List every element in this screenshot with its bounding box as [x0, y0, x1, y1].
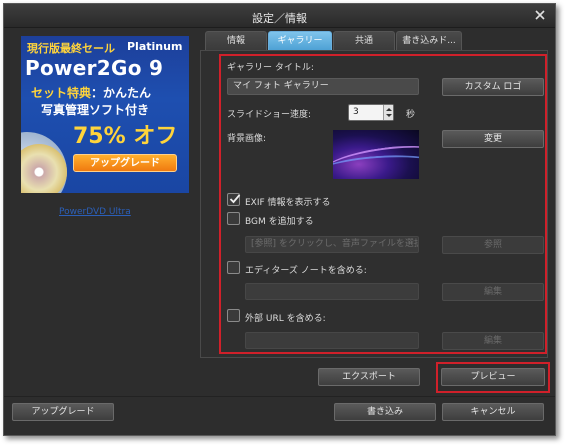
- burn-button[interactable]: 書き込み: [334, 403, 436, 421]
- background-image-thumbnail: [333, 130, 419, 179]
- tab-gallery[interactable]: ギャラリー: [268, 31, 332, 51]
- footer-divider: [4, 396, 555, 397]
- bgm-checkbox[interactable]: [227, 212, 240, 225]
- promo-product-name: Power2Go 9: [25, 56, 164, 80]
- promo-upgrade-button[interactable]: アップグレード: [73, 154, 177, 172]
- promo-banner[interactable]: 現行版最終セール Platinum Power2Go 9 セット特典：かんたん …: [21, 36, 189, 193]
- exif-label: EXIF 情報を表示する: [245, 198, 331, 208]
- background-image-label: 背景画像:: [227, 134, 267, 144]
- edit-note-button[interactable]: 編集: [442, 283, 544, 301]
- slideshow-speed-label: スライドショー速度:: [227, 110, 312, 120]
- cancel-button[interactable]: キャンセル: [442, 403, 544, 421]
- tab-info[interactable]: 情報: [205, 31, 267, 51]
- browse-button[interactable]: 参照: [442, 236, 544, 254]
- close-icon[interactable]: [533, 8, 547, 22]
- edit-url-button[interactable]: 編集: [442, 332, 544, 350]
- editor-note-checkbox[interactable]: [227, 261, 240, 274]
- external-url-input[interactable]: [245, 332, 419, 349]
- export-button[interactable]: エクスポート: [318, 368, 420, 386]
- promo-link[interactable]: PowerDVD Ultra: [59, 207, 131, 217]
- window-title: 設定／情報: [252, 12, 307, 25]
- promo-edition-text: Platinum: [127, 40, 183, 53]
- bgm-label: BGM を追加する: [245, 217, 314, 227]
- editor-note-label: エディターズ ノートを含める:: [245, 266, 367, 276]
- check-icon: [229, 194, 241, 204]
- upgrade-button[interactable]: アップグレード: [12, 403, 114, 421]
- slideshow-speed-unit: 秒: [406, 110, 416, 120]
- gallery-title-input[interactable]: マイ フォト ギャラリー: [227, 78, 419, 95]
- editor-note-input[interactable]: [245, 283, 419, 300]
- change-background-button[interactable]: 変更: [442, 130, 544, 148]
- promo-bonus-highlight: セット特典: [31, 86, 92, 100]
- slideshow-speed-stepper[interactable]: 3: [348, 104, 394, 121]
- promo-sale-text: 現行版最終セール: [27, 42, 115, 55]
- promo-bonus-rest: ：かんたん: [91, 86, 152, 100]
- tab-common[interactable]: 共通: [333, 31, 395, 51]
- promo-discount: 75% オフ: [73, 124, 178, 149]
- external-url-label: 外部 URL を含める:: [245, 314, 326, 324]
- slideshow-speed-value: 3: [353, 107, 359, 117]
- custom-logo-button[interactable]: カスタム ロゴ: [442, 78, 544, 96]
- exif-checkbox[interactable]: [227, 193, 241, 206]
- preview-button[interactable]: プレビュー: [441, 368, 545, 386]
- bgm-file-input[interactable]: [参照] をクリックし、音声ファイルを選択してください: [245, 236, 419, 253]
- external-url-checkbox[interactable]: [227, 309, 240, 322]
- gallery-title-label: ギャラリー タイトル:: [227, 63, 314, 73]
- promo-bonus-text: セット特典：かんたん: [31, 84, 151, 101]
- title-bar: 設定／情報: [4, 4, 555, 28]
- promo-bundle-text: 写真管理ソフト付き: [41, 103, 150, 117]
- tab-burn-drive[interactable]: 書き込みド...: [396, 31, 462, 51]
- stepper-arrows-icon[interactable]: [383, 105, 393, 120]
